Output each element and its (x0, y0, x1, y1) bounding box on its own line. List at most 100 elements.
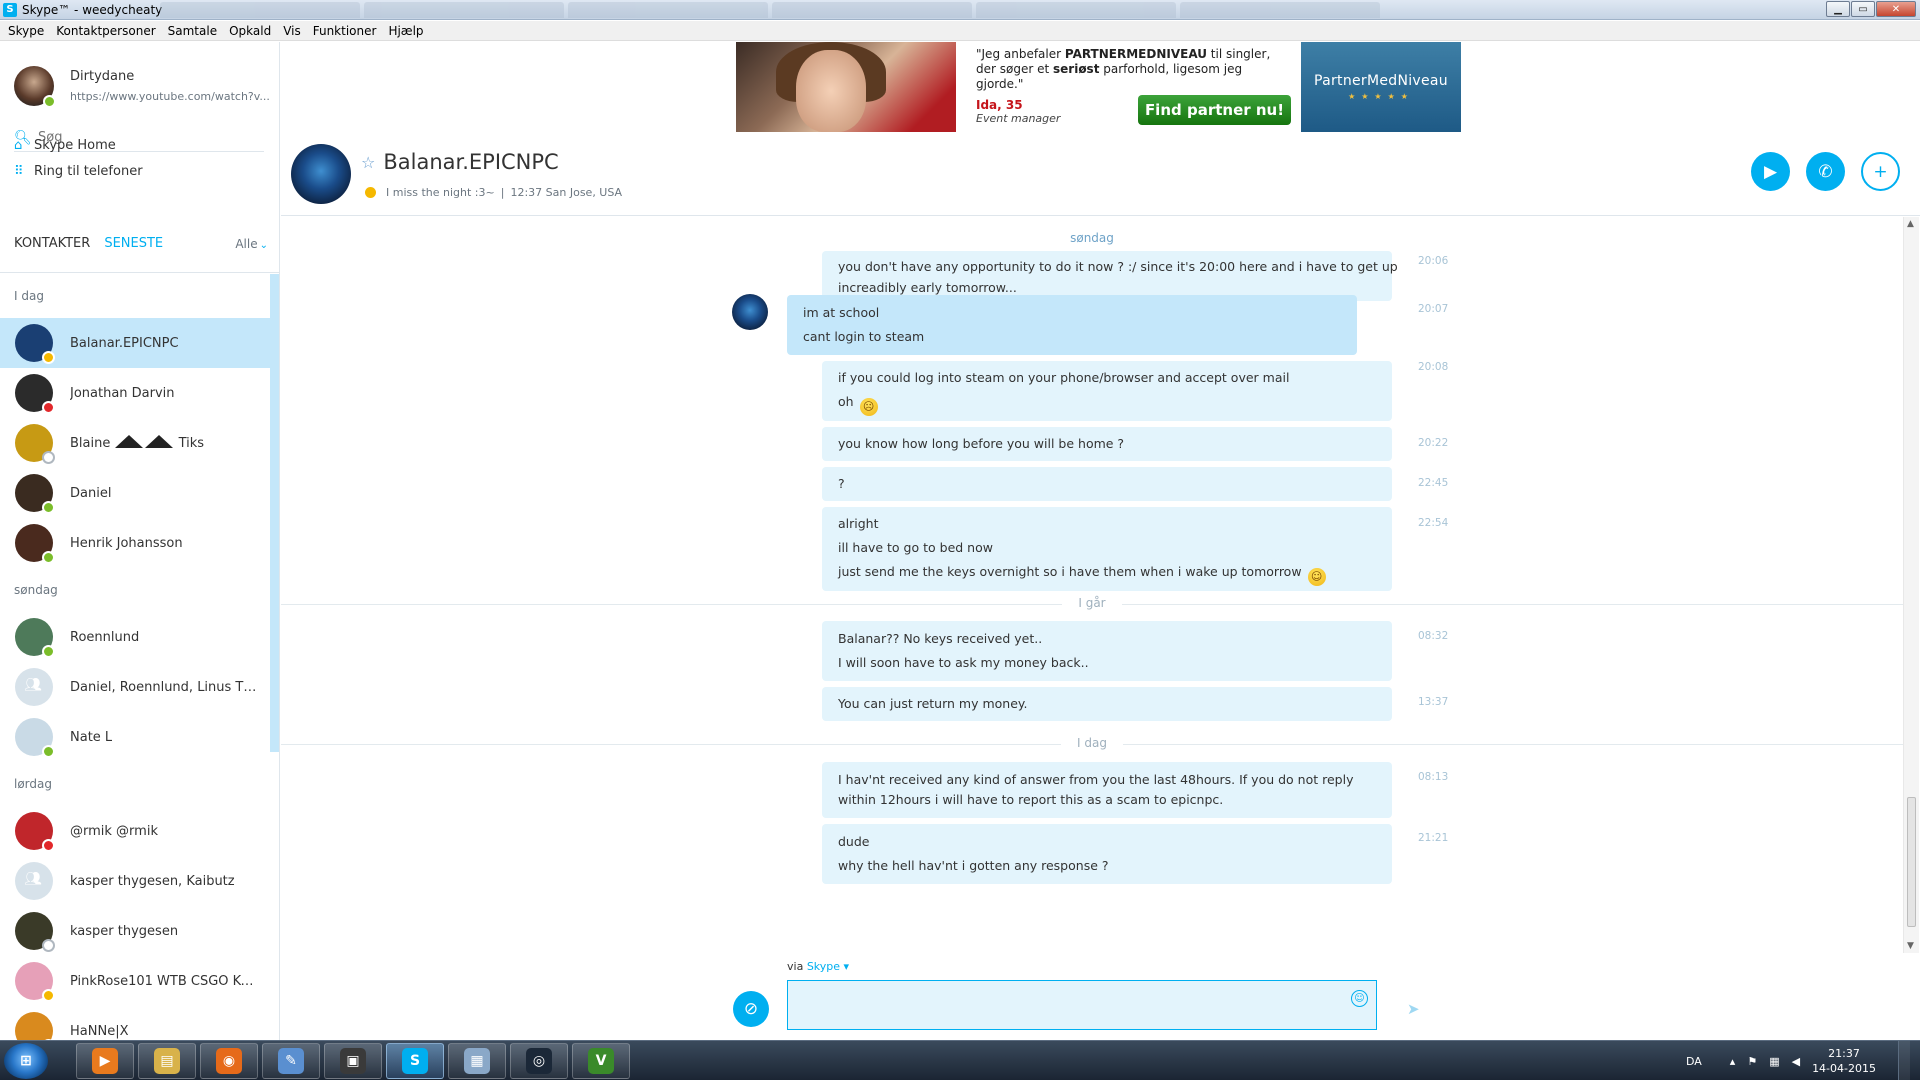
message-bubble[interactable]: Balanar?? No keys received yet.. I will … (822, 621, 1392, 681)
filter-dropdown[interactable]: Alle ⌄ (235, 237, 268, 251)
favorite-star-icon[interactable]: ☆ (361, 153, 375, 172)
contact-item[interactable]: kasper thygesen (0, 906, 270, 956)
profile-avatar[interactable] (14, 66, 56, 108)
taskbar-media-player[interactable]: ▶ (76, 1042, 134, 1079)
contact-item[interactable]: @rmik @rmik (0, 806, 270, 856)
smile-emoji-icon: ☺ (1307, 568, 1326, 586)
menu-contacts[interactable]: Kontaktpersoner (50, 24, 161, 38)
taskbar-media-center[interactable]: ▣ (324, 1042, 382, 1079)
message-bubble[interactable]: I hav'nt received any kind of answer fro… (822, 762, 1392, 818)
contact-item[interactable]: HaNNe|X (0, 1006, 270, 1040)
busy-status-icon (42, 839, 55, 852)
send-button[interactable]: ➤ (1407, 1000, 1420, 1018)
language-indicator[interactable]: DA (1686, 1055, 1702, 1068)
clock[interactable]: 21:37 14-04-2015 (1812, 1046, 1876, 1076)
message-bubble[interactable]: You can just return my money. (822, 687, 1392, 721)
minimize-button[interactable]: ▁ (1826, 1, 1850, 17)
call-button[interactable]: ✆ (1806, 152, 1845, 191)
contact-avatar (15, 962, 55, 1002)
contact-name-part: Blaine (70, 436, 115, 451)
skype-home-link[interactable]: ⌂ Skype Home (14, 138, 116, 153)
tab-recent[interactable]: SENESTE (104, 236, 163, 251)
ad-photo-face (796, 50, 866, 132)
add-people-button[interactable]: + (1861, 152, 1900, 191)
profile[interactable]: Dirtydane https://www.youtube.com/watch?… (14, 66, 270, 108)
scroll-up-icon[interactable]: ▲ (1907, 219, 1914, 229)
message-bubble[interactable]: you don't have any opportunity to do it … (822, 251, 1398, 301)
message-line: oh ☹ (838, 390, 1376, 416)
volume-icon[interactable]: ◀ (1792, 1055, 1800, 1068)
message-input[interactable] (788, 981, 1328, 1027)
smile-icon: ☺ (1354, 993, 1365, 1004)
ad-person-role: Event manager (976, 112, 1061, 125)
flag-icon[interactable]: ⚑ (1747, 1055, 1757, 1068)
message-bubble[interactable]: you know how long before you will be hom… (822, 427, 1392, 461)
taskbar-calculator[interactable]: ▦ (448, 1042, 506, 1079)
contact-item[interactable]: 👥︎ kasper thygesen, Kaibutz (0, 856, 270, 906)
menu-view[interactable]: Vis (277, 24, 307, 38)
compose-box[interactable]: ☺ (787, 980, 1377, 1030)
find-partner-button[interactable]: Find partner nu! (1138, 95, 1291, 125)
message-bubble[interactable]: if you could log into steam on your phon… (822, 361, 1392, 421)
message-time: 21:21 (1418, 832, 1449, 844)
contact-list: I dag Balanar.EPICNPC Jonathan Darvin Blain… (0, 274, 270, 1040)
conversation-name[interactable]: Balanar.EPICNPC (383, 150, 558, 174)
show-desktop-button[interactable] (1898, 1041, 1910, 1080)
contact-name: @rmik @rmik (70, 823, 158, 839)
chat-scrollbar[interactable]: ▲ ▼ (1903, 217, 1919, 953)
message-bubble[interactable]: alright ill have to go to bed now just s… (822, 507, 1392, 591)
taskbar-notepad[interactable]: ✎ (262, 1042, 320, 1079)
emoticon-button[interactable]: ☺ (1351, 990, 1368, 1007)
conversation-avatar[interactable] (291, 144, 351, 204)
message-bubble-incoming[interactable]: im at school cant login to steam (787, 295, 1357, 355)
group-avatar: 👥︎ (15, 862, 53, 900)
video-call-button[interactable]: ▶ (1751, 152, 1790, 191)
call-phones-link[interactable]: ⠿ Ring til telefoner (14, 164, 143, 179)
contact-item[interactable]: 👥︎ Daniel, Roennlund, Linus Ther... (0, 662, 270, 712)
menu-skype[interactable]: Skype (2, 24, 50, 38)
message-time: 20:08 (1418, 361, 1449, 373)
maximize-button[interactable]: ▭ (1851, 1, 1875, 17)
message-bubble[interactable]: dude why the hell hav'nt i gotten any re… (822, 824, 1392, 884)
taskbar-v-app[interactable]: V (572, 1042, 630, 1079)
offline-status-icon (42, 451, 55, 464)
clock-date: 14-04-2015 (1812, 1062, 1876, 1075)
taskbar-file-explorer[interactable]: ▤ (138, 1042, 196, 1079)
menu-conversation[interactable]: Samtale (162, 24, 223, 38)
menu-tools[interactable]: Funktioner (307, 24, 383, 38)
taskbar-steam[interactable]: ◎ (510, 1042, 568, 1079)
attach-button[interactable]: ⊘ (733, 991, 769, 1027)
chat-history[interactable]: søndag you don't have any opportunity to… (281, 217, 1903, 952)
start-button[interactable]: ⊞ (4, 1042, 48, 1079)
tab-contacts[interactable]: KONTAKTER (14, 236, 90, 251)
contact-item[interactable]: Daniel (0, 468, 270, 518)
menu-call[interactable]: Opkald (223, 24, 277, 38)
contact-item[interactable]: Jonathan Darvin (0, 368, 270, 418)
via-skype-dropdown[interactable]: Skype ▾ (807, 960, 849, 973)
contact-item[interactable]: Nate L (0, 712, 270, 762)
sad-emoji-icon: ☹ (859, 398, 878, 416)
message-time: 20:07 (1418, 303, 1449, 315)
close-button[interactable]: ✕ (1876, 1, 1916, 17)
scrollbar-thumb[interactable] (1907, 797, 1916, 927)
contact-avatar (15, 374, 55, 414)
contact-item[interactable]: Balanar.EPICNPC (0, 318, 270, 368)
taskbar-skype[interactable]: S (386, 1042, 444, 1079)
chevron-up-icon[interactable]: ▴ (1730, 1055, 1736, 1068)
taskbar-firefox[interactable]: ◉ (200, 1042, 258, 1079)
message-bubble[interactable]: ? (822, 467, 1392, 501)
contact-item[interactable]: Blaine Tiks (0, 418, 270, 468)
sidebar-scrollbar[interactable] (270, 274, 279, 752)
day-separator-today: I dag (281, 736, 1903, 750)
ad-brand-logo[interactable]: PartnerMedNiveau ★★★★★ (1301, 42, 1461, 132)
ad-banner[interactable]: "Jeg anbefaler PARTNERMEDNIVEAU til sing… (736, 42, 1466, 132)
network-icon[interactable]: ▦ (1769, 1055, 1779, 1068)
sender-avatar[interactable] (732, 294, 768, 330)
via-link-text: Skype (806, 960, 841, 973)
scroll-down-icon[interactable]: ▼ (1907, 941, 1914, 951)
file-explorer-icon: ▤ (154, 1047, 180, 1074)
contact-item[interactable]: Roennlund (0, 612, 270, 662)
menu-help[interactable]: Hjælp (382, 24, 429, 38)
contact-item[interactable]: PinkRose101 WTB CSGO Keys... (0, 956, 270, 1006)
contact-item[interactable]: Henrik Johansson (0, 518, 270, 568)
